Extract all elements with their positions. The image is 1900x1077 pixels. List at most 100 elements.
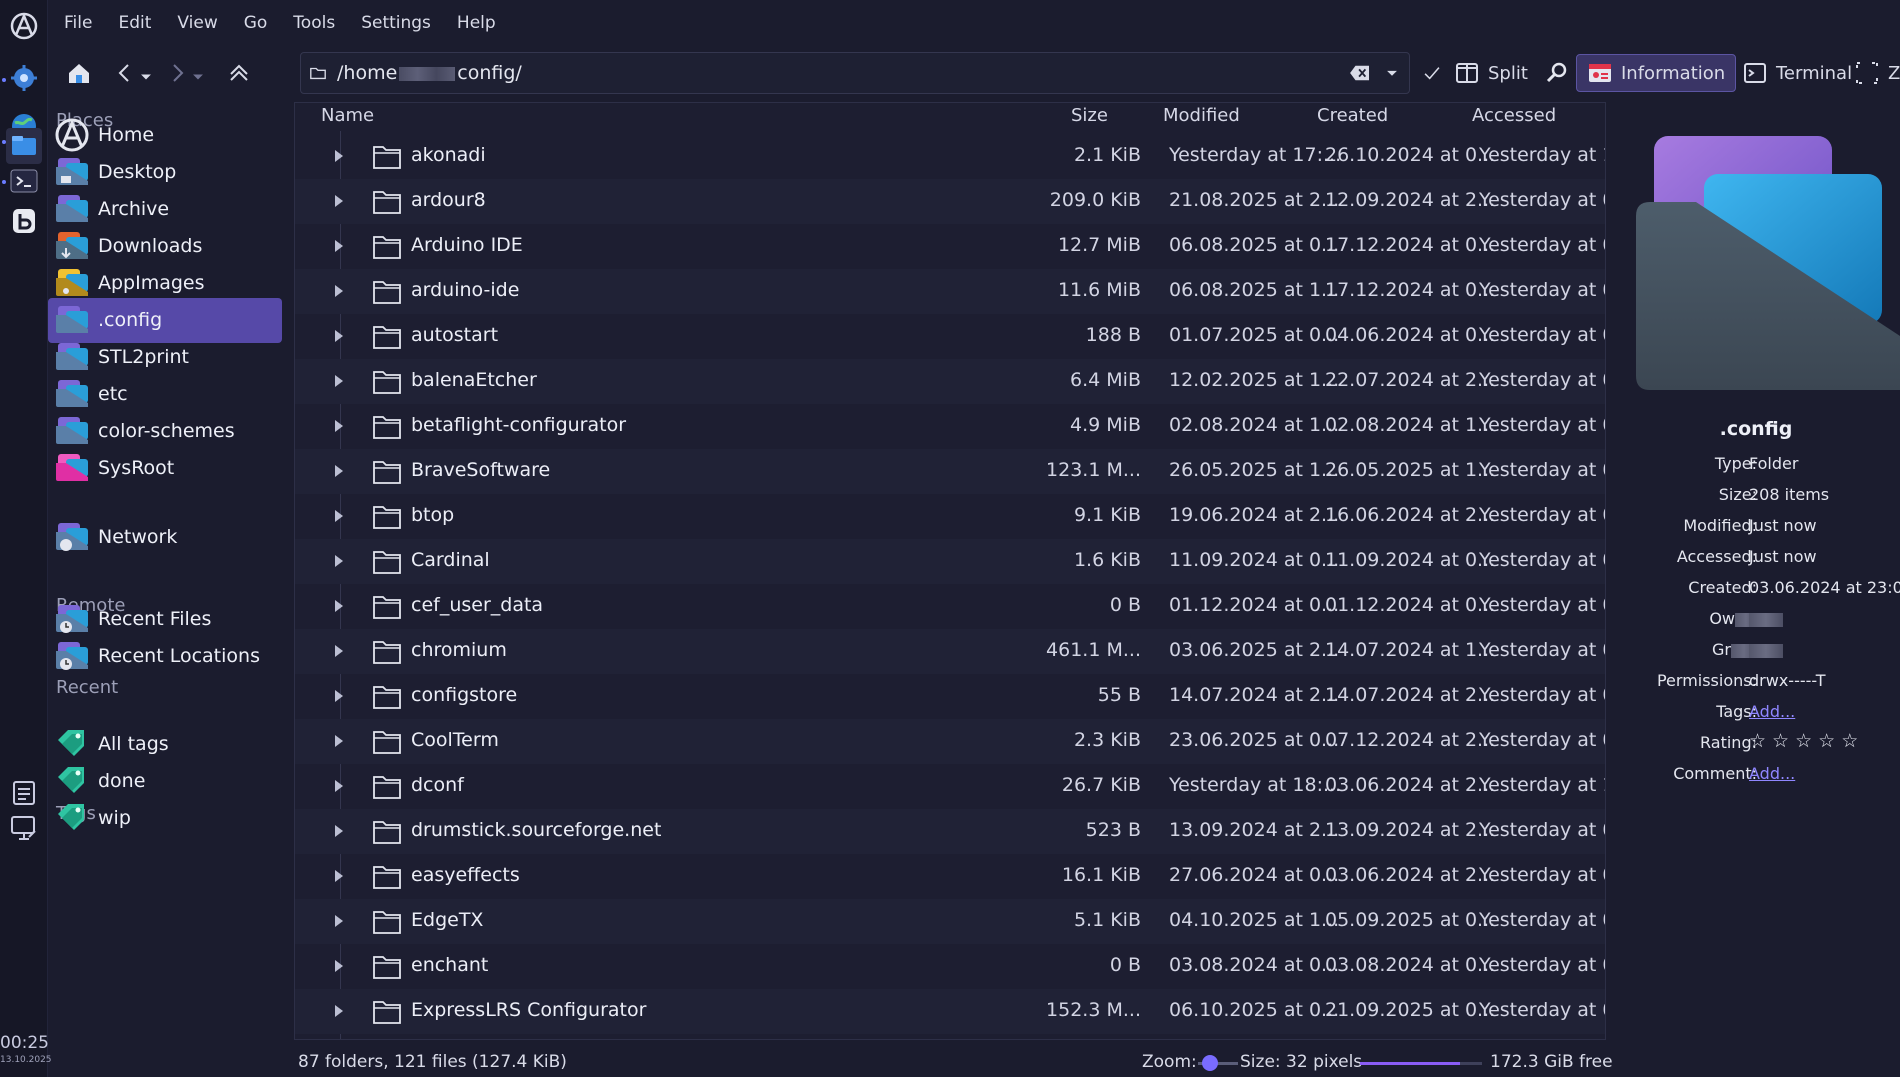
sidebar-item-recent-locations[interactable]: Recent Locations: [48, 633, 282, 678]
expand-arrow-icon[interactable]: [335, 240, 343, 252]
expand-arrow-icon[interactable]: [335, 780, 343, 792]
menu-view[interactable]: View: [177, 13, 231, 33]
table-row[interactable]: dconf 26.7 KiB Yesterday at 18:... 03.06.20…: [295, 764, 1605, 809]
rating-star-icon[interactable]: ☆: [1841, 730, 1864, 752]
sidebar-item-sysroot[interactable]: SysRoot: [48, 446, 282, 491]
free-space-bar[interactable]: [1360, 1062, 1482, 1065]
table-row[interactable]: CoolTerm 2.3 KiB 23.06.2025 at 0... 07.12.2…: [295, 719, 1605, 764]
info-comment-add-link[interactable]: Add...: [1749, 764, 1795, 783]
information-button[interactable]: Information: [1576, 54, 1737, 92]
table-row[interactable]: Cardinal 1.6 KiB 11.09.2024 at 0... 11.09.2…: [295, 539, 1605, 584]
expand-arrow-icon[interactable]: [335, 285, 343, 297]
menu-tools[interactable]: Tools: [293, 13, 349, 33]
clear-icon[interactable]: [1349, 64, 1371, 82]
app-b-icon[interactable]: [8, 205, 40, 237]
rating-star-icon[interactable]: ☆: [1772, 730, 1795, 752]
table-row[interactable]: EdgeTX 5.1 KiB 04.10.2025 at 1... 05.09.202…: [295, 899, 1605, 944]
expand-arrow-icon[interactable]: [335, 195, 343, 207]
search-button[interactable]: [1538, 54, 1576, 92]
table-row[interactable]: betaflight-configurator 4.9 MiB 02.08.2024…: [295, 404, 1605, 449]
info-tags-add-link[interactable]: Add...: [1749, 702, 1795, 721]
up-button[interactable]: [220, 54, 258, 92]
file-created: 12.09.2024 at 2...: [1325, 189, 1496, 211]
table-row[interactable]: ExpressLRS Configurator 152.3 M... 06.10.2…: [295, 989, 1605, 1034]
split-button[interactable]: Split: [1448, 54, 1534, 92]
expand-arrow-icon[interactable]: [335, 690, 343, 702]
column-created[interactable]: Created: [1317, 105, 1388, 126]
home-button[interactable]: [60, 54, 98, 92]
expand-arrow-icon[interactable]: [335, 510, 343, 522]
table-row[interactable]: akonadi 2.1 KiB Yesterday at 17:... 26.10.2…: [295, 134, 1605, 179]
table-row[interactable]: autostart 188 B 01.07.2025 at 0... 04.06.20…: [295, 314, 1605, 359]
table-row[interactable]: easyeffects 16.1 KiB 27.06.2024 at 0... 03.…: [295, 854, 1605, 899]
zoom-button[interactable]: Zoom: [1848, 54, 1900, 92]
sidebar-item-wip[interactable]: wip: [48, 795, 282, 840]
file-size: 523 B: [1085, 819, 1141, 841]
expand-arrow-icon[interactable]: [335, 465, 343, 477]
expand-arrow-icon[interactable]: [335, 1005, 343, 1017]
information-icon: [1589, 64, 1611, 82]
expand-arrow-icon[interactable]: [335, 420, 343, 432]
network-status-icon[interactable]: [8, 812, 40, 844]
rating-star-icon[interactable]: ☆: [1795, 730, 1818, 752]
table-row[interactable]: balenaEtcher 6.4 MiB 12.02.2025 at 1... 22.…: [295, 359, 1605, 404]
expand-arrow-icon[interactable]: [335, 960, 343, 972]
column-name[interactable]: Name: [321, 105, 374, 126]
table-row[interactable]: enchant 0 B 03.08.2024 at 0... 03.08.2024 a…: [295, 944, 1605, 989]
back-history-button[interactable]: [132, 58, 160, 96]
terminal-button[interactable]: Terminal: [1736, 54, 1858, 92]
expand-arrow-icon[interactable]: [335, 600, 343, 612]
menu-help[interactable]: Help: [457, 13, 510, 33]
column-accessed[interactable]: Accessed: [1472, 105, 1556, 126]
rating-stars[interactable]: ☆☆☆☆☆: [1749, 730, 1864, 752]
table-row[interactable]: configstore 55 B 14.07.2024 at 2... 14.07.2…: [295, 674, 1605, 719]
rating-star-icon[interactable]: ☆: [1818, 730, 1841, 752]
clipboard-icon[interactable]: [8, 776, 40, 808]
sidebar-item-network[interactable]: Network: [48, 514, 282, 559]
menu-edit[interactable]: Edit: [118, 13, 165, 33]
file-created: 26.10.2024 at 0...: [1325, 144, 1496, 166]
sidebar-item-label: color-schemes: [98, 420, 235, 443]
zoom-slider-handle[interactable]: [1202, 1055, 1218, 1071]
table-row[interactable]: Arduino IDE 12.7 MiB 06.08.2025 at 0... 17.…: [295, 224, 1605, 269]
expand-arrow-icon[interactable]: [335, 150, 343, 162]
column-modified[interactable]: Modified: [1163, 105, 1240, 126]
folder-icon: [373, 146, 401, 169]
rating-star-icon[interactable]: ☆: [1749, 730, 1772, 752]
accept-button[interactable]: [1416, 54, 1448, 92]
folder-icon: [373, 416, 401, 439]
expand-arrow-icon[interactable]: [335, 375, 343, 387]
system-settings-icon[interactable]: [8, 62, 40, 94]
table-row[interactable]: cef_user_data 0 B 01.12.2024 at 0... 01.12.…: [295, 584, 1605, 629]
column-size[interactable]: Size: [1071, 105, 1108, 126]
expand-arrow-icon[interactable]: [335, 825, 343, 837]
terminal-icon[interactable]: [8, 165, 40, 197]
menu-settings[interactable]: Settings: [361, 13, 445, 33]
expand-arrow-icon[interactable]: [335, 870, 343, 882]
table-row[interactable]: BraveSoftware 123.1 M... 26.05.2025 at 1..…: [295, 449, 1605, 494]
menu-go[interactable]: Go: [244, 13, 282, 33]
menu-file[interactable]: File: [64, 13, 106, 33]
file-size: 5.1 KiB: [1073, 909, 1141, 931]
expand-arrow-icon[interactable]: [335, 555, 343, 567]
location-bar[interactable]: /home config/: [300, 52, 1410, 94]
table-row[interactable]: arduino-ide 11.6 MiB 06.08.2025 at 1... 17.…: [295, 269, 1605, 314]
file-size: 9.1 KiB: [1073, 504, 1141, 526]
file-manager-icon[interactable]: [6, 128, 42, 164]
folder-icon: [373, 326, 401, 349]
expand-arrow-icon[interactable]: [335, 915, 343, 927]
table-row[interactable]: chromium 461.1 M... 03.06.2025 at 2... 14.0…: [295, 629, 1605, 674]
clock[interactable]: 00:25 13.10.2025: [0, 1033, 52, 1065]
expand-arrow-icon[interactable]: [335, 645, 343, 657]
chevron-down-icon[interactable]: [1385, 66, 1399, 80]
forward-history-button[interactable]: [184, 58, 212, 96]
file-list-view[interactable]: Name Size Modified Created Accessed akon…: [294, 102, 1606, 1040]
expand-arrow-icon[interactable]: [335, 330, 343, 342]
app-launcher-icon[interactable]: [8, 10, 40, 42]
file-modified: 01.12.2024 at 0...: [1169, 594, 1340, 616]
table-row[interactable]: btop 9.1 KiB 19.06.2024 at 2... 16.06.2024 …: [295, 494, 1605, 539]
expand-arrow-icon[interactable]: [335, 735, 343, 747]
table-row[interactable]: ardour8 209.0 KiB 21.08.2025 at 2... 12.09.…: [295, 179, 1605, 224]
table-row[interactable]: drumstick.sourceforge.net 523 B 13.09.2024…: [295, 809, 1605, 854]
recent-heading: Recent: [56, 677, 119, 698]
